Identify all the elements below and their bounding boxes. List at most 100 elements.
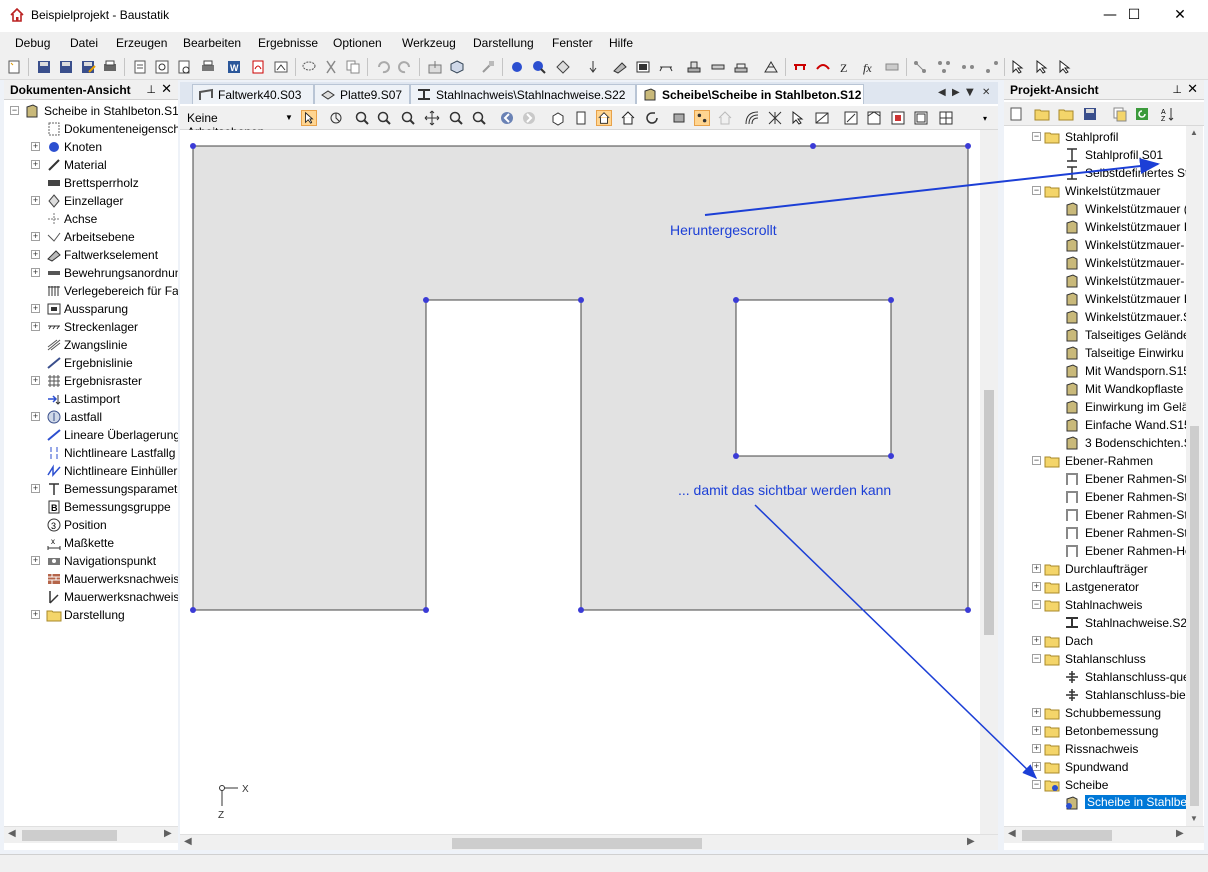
document-tree-item[interactable]: + Faltwerkselement [4, 246, 178, 264]
document-tree-item[interactable]: + Lastfall [4, 408, 178, 426]
zoom-in-icon[interactable] [376, 110, 392, 126]
canvas-horizontal-scrollbar[interactable]: ◀ ▶ [180, 834, 998, 850]
collapse-icon[interactable]: − [10, 106, 19, 115]
project-vertical-scrollbar[interactable]: ▲ ▼ [1186, 126, 1203, 826]
toolbar-overflow-icon[interactable]: ▾ [983, 114, 987, 123]
formula-z-icon[interactable]: Z [838, 59, 854, 75]
export-icon[interactable] [273, 59, 289, 75]
measure-icon[interactable] [884, 59, 900, 75]
import-icon[interactable] [427, 59, 443, 75]
work-plane-select[interactable]: Keine Arbeitsebenen ▼ [183, 109, 295, 139]
select-element-icon[interactable] [1057, 59, 1073, 75]
new-folder-icon[interactable] [1058, 106, 1074, 122]
pan-icon[interactable] [424, 110, 440, 126]
expand-icon[interactable]: + [1032, 582, 1041, 591]
rotate-view-icon[interactable] [328, 110, 344, 126]
tree-root[interactable]: − Scheibe in Stahlbeton.S12 [4, 102, 178, 120]
node-marker[interactable] [810, 143, 816, 149]
project-folder-item[interactable]: − Winkelstützmauer [1004, 182, 1186, 200]
collapse-icon[interactable]: − [1032, 654, 1041, 663]
view-grid-icon[interactable] [814, 110, 830, 126]
document-tree-item[interactable]: + Streckenlager [4, 318, 178, 336]
project-folder-item[interactable]: + Dach [1004, 632, 1186, 650]
expand-icon[interactable]: + [31, 412, 40, 421]
refresh-project-icon[interactable] [1134, 106, 1150, 122]
element-tool-icon[interactable] [612, 59, 628, 75]
select-ortho-icon[interactable] [1010, 59, 1026, 75]
snap-mid-icon[interactable] [984, 59, 1000, 75]
node-marker[interactable] [965, 607, 971, 613]
project-folder-item[interactable]: + Durchlaufträger [1004, 560, 1186, 578]
menu-debug[interactable]: Debug [15, 36, 50, 50]
expand-icon[interactable]: + [31, 556, 40, 565]
snap-grid-icon[interactable] [936, 59, 952, 75]
expand-icon[interactable]: + [31, 160, 40, 169]
select-node-icon[interactable] [1034, 59, 1050, 75]
show-house-icon[interactable] [717, 110, 733, 126]
new-folder-doc-icon[interactable] [1034, 106, 1050, 122]
project-document-item[interactable]: Stahlprofil.S01 [1004, 146, 1186, 164]
zoom-all-icon[interactable] [448, 110, 464, 126]
undo-icon[interactable] [375, 59, 391, 75]
menu-bearbeiten[interactable]: Bearbeiten [183, 36, 241, 50]
document-tree-item[interactable]: + Bewehrungsanordnung [4, 264, 178, 282]
snap-nodes-icon[interactable] [912, 59, 928, 75]
expand-icon[interactable]: + [1032, 708, 1041, 717]
tab-scheibe-active[interactable]: Scheibe\Scheibe in Stahlbeton.S12 [636, 84, 864, 104]
project-document-item[interactable]: Ebener Rahmen-Sta [1004, 488, 1186, 506]
function-icon[interactable]: fx [861, 59, 877, 75]
beam-tool-icon[interactable] [658, 59, 674, 75]
node-marker[interactable] [578, 297, 584, 303]
project-document-item[interactable]: Winkelstützmauer- [1004, 272, 1186, 290]
tab-next-icon[interactable]: ▶ [952, 87, 960, 98]
project-document-item[interactable]: Ebener Rahmen-Sta [1004, 470, 1186, 488]
document-tree-item[interactable]: x Maßkette [4, 534, 178, 552]
pin-icon[interactable]: ⊥ [1172, 83, 1182, 96]
view-3d-icon[interactable] [550, 110, 566, 126]
expand-icon[interactable]: + [31, 610, 40, 619]
menu-werkzeug[interactable]: Werkzeug [402, 36, 456, 50]
document-tree-item[interactable]: Zwangslinie [4, 336, 178, 354]
project-document-item[interactable]: Scheibe in Stahlbeton [1004, 794, 1186, 812]
project-document-item[interactable]: Ebener Rahmen-Sta [1004, 506, 1186, 524]
project-folder-item[interactable]: + Betonbemessung [1004, 722, 1186, 740]
node-tool-icon[interactable] [509, 59, 525, 75]
save-project-icon[interactable] [1082, 106, 1098, 122]
pdf-export-icon[interactable] [250, 59, 266, 75]
expand-icon[interactable]: + [1032, 636, 1041, 645]
project-folder-item[interactable]: + Rissnachweis [1004, 740, 1186, 758]
support-tool-icon[interactable] [555, 59, 571, 75]
document-tree-item[interactable]: Nichtlineare Einhüller [4, 462, 178, 480]
node-marker[interactable] [578, 607, 584, 613]
copy-icon[interactable] [345, 59, 361, 75]
document-tree-item[interactable]: + Arbeitsebene [4, 228, 178, 246]
expand-icon[interactable]: + [1032, 564, 1041, 573]
menu-ergebnisse[interactable]: Ergebnisse [258, 36, 318, 50]
project-document-item[interactable]: Mit Wandsporn.S15 [1004, 362, 1186, 380]
redo-icon[interactable] [397, 59, 413, 75]
truss-tool-icon[interactable] [763, 59, 779, 75]
select-pointer-icon[interactable] [301, 110, 317, 126]
collapse-icon[interactable]: − [1032, 600, 1041, 609]
project-folder-item[interactable]: − Stahlprofil [1004, 128, 1186, 146]
layout-a-icon[interactable] [843, 110, 859, 126]
project-document-item[interactable]: Stahlanschluss-bieg [1004, 686, 1186, 704]
document-tree-item[interactable]: + Bemessungsparamete [4, 480, 178, 498]
tab-stahlnachweise[interactable]: Stahlnachweis\Stahlnachweise.S22 [410, 84, 636, 104]
project-document-item[interactable]: Einfache Wand.S15 [1004, 416, 1186, 434]
expand-icon[interactable]: + [31, 250, 40, 259]
mesh-icon[interactable] [767, 110, 783, 126]
node-marker[interactable] [423, 607, 429, 613]
project-document-item[interactable]: Stahlanschluss-que [1004, 668, 1186, 686]
document-tree-item[interactable]: Brettsperrholz [4, 174, 178, 192]
tab-list-icon[interactable]: ▼ [966, 87, 974, 98]
zoom-previous-icon[interactable] [471, 110, 487, 126]
menu-datei[interactable]: Datei [70, 36, 98, 50]
contour-icon[interactable] [744, 110, 760, 126]
forward-icon[interactable] [521, 110, 537, 126]
expand-icon[interactable]: + [31, 142, 40, 151]
document-tree-item[interactable]: Verlegebereich für Fa [4, 282, 178, 300]
view-front-icon[interactable] [573, 110, 589, 126]
project-document-item[interactable]: Stahlnachweise.S22 [1004, 614, 1186, 632]
project-folder-item[interactable]: − Stahlnachweis [1004, 596, 1186, 614]
